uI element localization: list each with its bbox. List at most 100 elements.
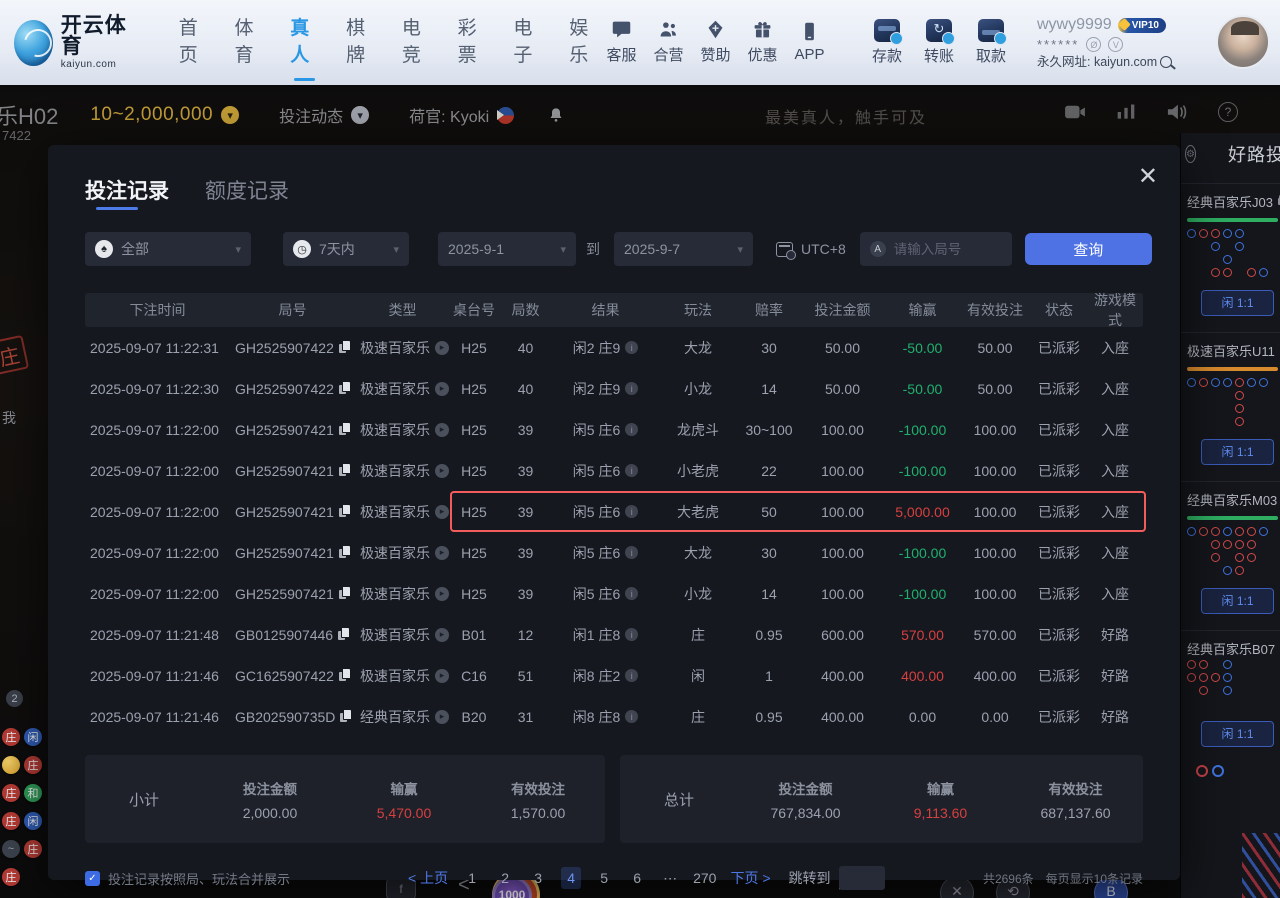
next-page-button[interactable]: 下页 > — [730, 868, 770, 888]
withdraw-link[interactable]: 取款 — [967, 19, 1015, 66]
bell-icon[interactable] — [548, 107, 564, 123]
nav-item[interactable]: 首页 — [179, 13, 208, 73]
sidebar-gear-icon[interactable]: ⚙ — [1185, 145, 1196, 163]
good-road-bet-button[interactable]: 闲 1:1 — [1201, 721, 1274, 747]
speaker-icon[interactable] — [1166, 102, 1188, 122]
date-from-dropdown[interactable]: 2025-9-1 ▾ — [438, 232, 576, 266]
date-to-dropdown[interactable]: 2025-9-7 ▾ — [614, 232, 753, 266]
service-link[interactable]: 客服 — [598, 19, 645, 65]
expand-icon[interactable]: ▸ — [435, 464, 449, 478]
info-icon[interactable]: i — [625, 628, 638, 641]
nav-item[interactable]: 彩票 — [458, 13, 487, 73]
search-icon[interactable] — [1160, 56, 1172, 68]
page-button[interactable]: 270 — [693, 867, 716, 889]
copy-icon[interactable] — [339, 546, 350, 559]
trend-chevron-icon[interactable]: ▾ — [351, 106, 369, 124]
good-road-bet-button[interactable]: 闲 1:1 — [1201, 439, 1274, 465]
stats-icon[interactable] — [1116, 103, 1136, 121]
info-icon[interactable]: i — [625, 382, 638, 395]
good-road-bet-button[interactable]: 闲 1:1 — [1201, 588, 1274, 614]
info-icon[interactable]: i — [625, 341, 638, 354]
table-row[interactable]: 2025-09-07 11:22:31 GH2525907422 极速百家乐 ▸… — [85, 327, 1143, 368]
copy-icon[interactable] — [338, 628, 349, 641]
deposit-link[interactable]: 存款 — [863, 19, 911, 66]
partner-link[interactable]: 合营 — [645, 19, 692, 65]
app-link[interactable]: APP — [786, 21, 833, 63]
page-button[interactable]: 6 — [627, 867, 647, 889]
nav-item[interactable]: 娱乐 — [569, 13, 598, 73]
transfer-link[interactable]: ↻ 转账 — [915, 19, 963, 66]
page-button[interactable]: 2 — [495, 867, 515, 889]
copy-icon[interactable] — [339, 423, 350, 436]
info-icon[interactable]: i — [625, 587, 638, 600]
merge-checkbox[interactable]: ✓ — [85, 871, 100, 886]
prev-page-button[interactable]: < 上页 — [408, 868, 448, 888]
info-icon[interactable]: i — [625, 710, 638, 723]
expand-icon[interactable]: ▸ — [435, 382, 449, 396]
game-type-dropdown[interactable]: ♠ 全部 ▾ — [85, 232, 251, 266]
copy-icon[interactable] — [339, 587, 350, 600]
good-road-bet-button[interactable]: 闲 1:1 — [1201, 290, 1274, 316]
limits-chevron-icon[interactable]: ▾ — [221, 106, 239, 124]
copy-icon[interactable] — [339, 382, 350, 395]
road-panel[interactable]: 经典百家乐M03 闲 1:1 — [1181, 481, 1280, 624]
user-info[interactable]: wywy9999 VIP10 ****** Ø V 永久网址: kaiyun.c… — [1037, 14, 1202, 70]
promo-link[interactable]: 优惠 — [739, 19, 786, 65]
table-row[interactable]: 2025-09-07 11:22:00 GH2525907421 极速百家乐 ▸… — [85, 409, 1143, 450]
period-dropdown[interactable]: ◷ 7天内 ▾ — [283, 232, 409, 266]
expand-icon[interactable]: ▸ — [435, 669, 449, 683]
modal-tab[interactable]: 额度记录 — [205, 175, 289, 205]
page-button[interactable]: ⋯ — [660, 867, 680, 889]
road-panel[interactable]: 经典百家乐J03 闲 1:1 — [1181, 183, 1280, 326]
table-row[interactable]: 2025-09-07 11:22:00 GH2525907421 极速百家乐 ▸… — [85, 491, 1143, 532]
eye-off-icon[interactable]: Ø — [1086, 37, 1101, 52]
copy-icon[interactable] — [339, 505, 350, 518]
query-button[interactable]: 查询 — [1025, 233, 1152, 265]
table-row[interactable]: 2025-09-07 11:22:30 GH2525907422 极速百家乐 ▸… — [85, 368, 1143, 409]
info-icon[interactable]: i — [625, 464, 638, 477]
info-icon[interactable]: i — [625, 505, 638, 518]
nav-item[interactable]: 真人 — [290, 13, 319, 73]
video-quality-icon[interactable] — [1064, 103, 1086, 121]
round-search-input[interactable] — [894, 242, 1002, 257]
bet-trend-label[interactable]: 投注动态 — [279, 103, 343, 127]
table-row[interactable]: 2025-09-07 11:21:46 GB202590735D 经典百家乐 ▸… — [85, 696, 1143, 737]
table-row[interactable]: 2025-09-07 11:22:00 GH2525907421 极速百家乐 ▸… — [85, 573, 1143, 614]
expand-icon[interactable]: ▸ — [435, 505, 449, 519]
close-icon[interactable]: ✕ — [1138, 165, 1158, 189]
copy-icon[interactable] — [339, 669, 350, 682]
copy-icon[interactable] — [339, 464, 350, 477]
nav-item[interactable]: 棋牌 — [346, 13, 375, 73]
sponsor-link[interactable]: 赞助 — [692, 19, 739, 65]
expand-icon[interactable]: ▸ — [435, 628, 449, 642]
copy-icon[interactable] — [339, 341, 350, 354]
jump-to-input[interactable] — [839, 866, 885, 890]
nav-item[interactable]: 电竞 — [402, 13, 431, 73]
help-icon[interactable]: ? — [1218, 102, 1238, 122]
table-row[interactable]: 2025-09-07 11:22:00 GH2525907421 极速百家乐 ▸… — [85, 532, 1143, 573]
road-panel[interactable]: 经典百家乐B07 闲 1:1 — [1181, 630, 1280, 757]
expand-icon[interactable]: ▸ — [435, 587, 449, 601]
info-icon[interactable]: i — [625, 669, 638, 682]
info-icon[interactable]: i — [625, 423, 638, 436]
nav-item[interactable]: 体育 — [235, 13, 264, 73]
page-button[interactable]: 3 — [528, 867, 548, 889]
page-button[interactable]: 4 — [561, 867, 581, 889]
road-panel[interactable]: 极速百家乐U11 闲 1:1 — [1181, 332, 1280, 475]
page-button[interactable]: 1 — [462, 867, 482, 889]
table-row[interactable]: 2025-09-07 11:22:00 GH2525907421 极速百家乐 ▸… — [85, 450, 1143, 491]
logo[interactable]: 开云体育 kaiyun.com — [14, 15, 135, 70]
copy-icon[interactable] — [340, 710, 351, 723]
nav-item[interactable]: 电子 — [513, 13, 542, 73]
expand-icon[interactable]: ▸ — [435, 710, 449, 724]
table-row[interactable]: 2025-09-07 11:21:48 GB0125907446 极速百家乐 ▸… — [85, 614, 1143, 655]
expand-icon[interactable]: ▸ — [435, 341, 449, 355]
expand-icon[interactable]: ▸ — [435, 423, 449, 437]
game-type-cell: 极速百家乐 ▸ — [355, 666, 450, 686]
info-icon[interactable]: i — [625, 546, 638, 559]
table-row[interactable]: 2025-09-07 11:21:46 GC1625907422 极速百家乐 ▸… — [85, 655, 1143, 696]
expand-icon[interactable]: ▸ — [435, 546, 449, 560]
page-button[interactable]: 5 — [594, 867, 614, 889]
modal-tab[interactable]: 投注记录 — [85, 175, 169, 205]
avatar[interactable] — [1216, 15, 1270, 69]
